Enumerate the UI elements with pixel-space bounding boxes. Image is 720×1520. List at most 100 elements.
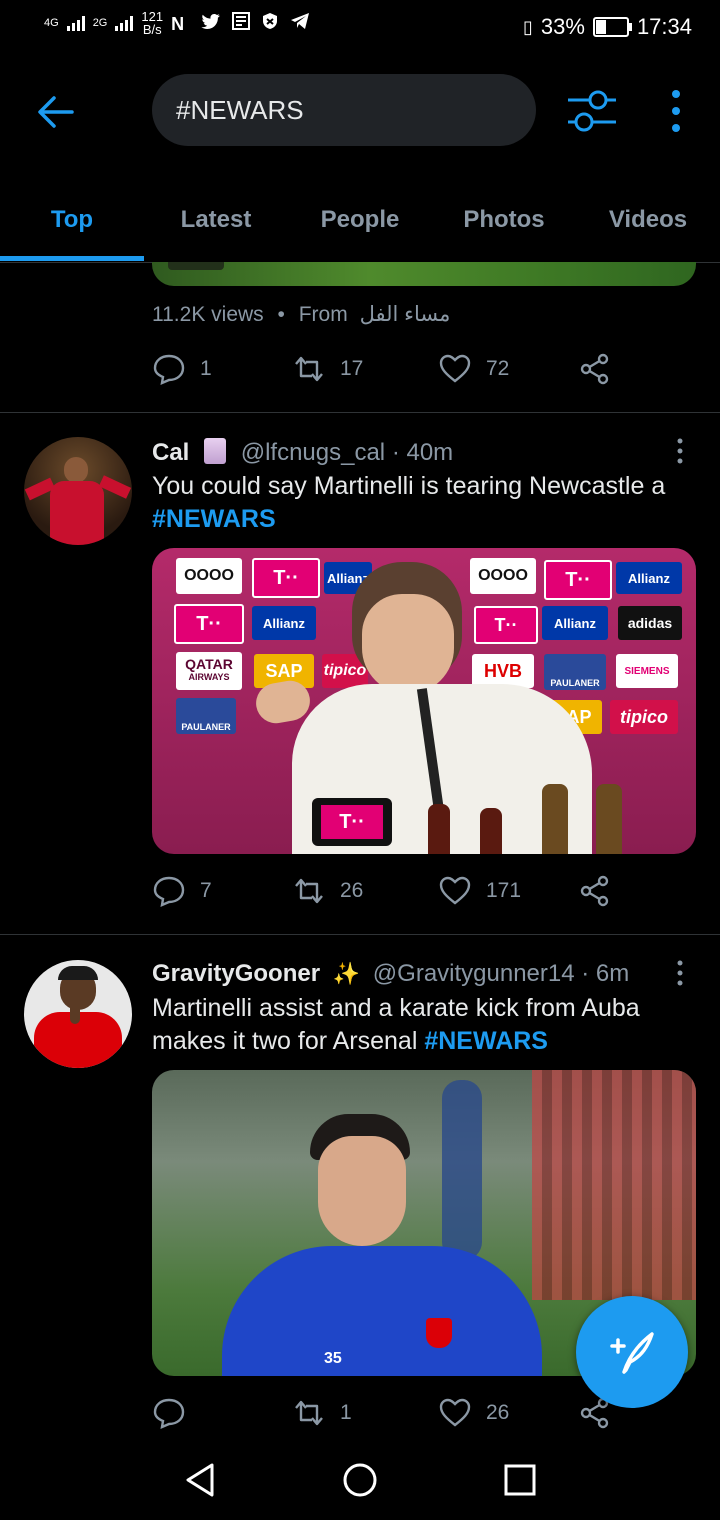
- siemens-logo: SIEMENS: [616, 654, 678, 688]
- compose-tweet-button[interactable]: [576, 1296, 688, 1408]
- avatar[interactable]: [24, 437, 132, 545]
- tweet-0-views: 11.2K views • From مساء الفل: [152, 302, 450, 327]
- tweet-1-header: Cal @lfcnugs_cal · 40m: [152, 438, 453, 467]
- player-face: [318, 1136, 406, 1246]
- retweet-count: 26: [340, 879, 364, 902]
- person-face: [362, 594, 454, 694]
- tweet-2-header: GravityGooner ✨ @Gravitygunner14 · 6m: [152, 960, 629, 988]
- battery-percent: 33%: [540, 14, 585, 39]
- like-count: 171: [486, 879, 522, 902]
- retweet-button[interactable]: 1: [292, 1396, 352, 1430]
- reply-button[interactable]: [152, 1396, 200, 1430]
- tweet-1-image[interactable]: OOOO T·· Allianz OOOO T·· Allianz T·· Al…: [152, 548, 696, 854]
- paulaner-logo-2: PAULANER: [176, 698, 236, 734]
- phone-stand: T··: [312, 798, 392, 846]
- bottle-3: [542, 784, 568, 854]
- views-count: 11.2K views: [152, 303, 264, 326]
- tweet-0-video[interactable]: [152, 262, 696, 286]
- tweet-0-actions: 1 17 72: [152, 352, 632, 396]
- filter-icon[interactable]: [566, 88, 618, 134]
- more-vertical-icon[interactable]: [664, 88, 688, 134]
- status-left: 4G 2G 121 B/s N: [44, 10, 310, 36]
- tweet-time: · 40m: [391, 439, 454, 466]
- bottle-4: [596, 784, 622, 854]
- user-handle: @lfcnugs_cal: [240, 439, 386, 466]
- search-tabs: Top Latest People Photos Videos: [0, 180, 720, 263]
- user-name[interactable]: Cal: [152, 439, 189, 466]
- tweet-options-icon[interactable]: [676, 438, 684, 464]
- airways-label: AIRWAYS: [188, 672, 230, 682]
- vpn-icon: [263, 12, 278, 29]
- tab-people[interactable]: People: [288, 180, 432, 260]
- like-icon: [439, 876, 471, 905]
- telekom-logo-3: T··: [174, 604, 244, 644]
- active-tab-indicator: [0, 256, 144, 261]
- telegram-icon: [291, 12, 310, 29]
- retweet-button[interactable]: 26: [292, 874, 363, 908]
- network-4g-label: 4G: [44, 17, 59, 29]
- sparkles-icon: ✨: [332, 961, 361, 986]
- tweet-options-icon[interactable]: [676, 960, 684, 986]
- divider: [0, 934, 720, 935]
- tipico-logo-2: tipico: [610, 700, 678, 734]
- tab-latest[interactable]: Latest: [144, 180, 288, 260]
- nav-back-icon[interactable]: [184, 1462, 216, 1498]
- tweet-1-actions: 7 26 171: [152, 874, 632, 918]
- retweet-icon: [295, 878, 323, 904]
- shirt-number: 35: [324, 1350, 342, 1367]
- player-jacket: [222, 1246, 542, 1376]
- like-button[interactable]: 26: [438, 1396, 509, 1430]
- reply-button[interactable]: 1: [152, 352, 212, 386]
- retweet-icon: [295, 356, 323, 382]
- audi-logo: OOOO: [176, 558, 242, 594]
- tweet-body: Martinelli assist and a karate kick from…: [152, 994, 640, 1055]
- nav-home-icon[interactable]: [342, 1462, 378, 1498]
- net-speed-unit: B/s: [142, 22, 162, 37]
- telekom-logo-2: T··: [544, 560, 612, 600]
- like-button[interactable]: 171: [438, 874, 521, 908]
- nav-recents-icon[interactable]: [504, 1464, 536, 1496]
- signal-icon: [66, 15, 85, 31]
- notification-icons: N: [171, 11, 310, 35]
- tweet-2-actions: 1 26: [152, 1396, 632, 1440]
- user-handle: @Gravitygunner14: [372, 960, 575, 987]
- user-emoji-icon: [204, 438, 227, 464]
- tweet-text: Martinelli assist and a karate kick from…: [152, 992, 672, 1058]
- allianz-logo-2: Allianz: [616, 562, 682, 594]
- tweet-body: You could say Martinelli is tearing Newc…: [152, 472, 666, 500]
- bottle: [428, 804, 450, 854]
- bottle-2: [480, 808, 502, 854]
- back-arrow-icon[interactable]: [36, 92, 76, 132]
- search-query: #NEWARS: [176, 94, 304, 125]
- user-name[interactable]: GravityGooner: [152, 960, 320, 987]
- reply-button[interactable]: 7: [152, 874, 212, 908]
- retweet-count: 17: [340, 357, 364, 380]
- hashtag-link[interactable]: #NEWARS: [152, 505, 276, 533]
- share-button[interactable]: [578, 874, 612, 908]
- retweet-button[interactable]: 17: [292, 352, 363, 386]
- like-button[interactable]: 72: [438, 352, 509, 386]
- status-right: ▯ 33% 17:34: [523, 14, 692, 40]
- adidas-logo: adidas: [618, 606, 682, 640]
- like-count: 72: [486, 357, 510, 380]
- share-button[interactable]: [578, 352, 612, 386]
- network-2g-label: 2G: [92, 17, 108, 29]
- qatar-label: QATAR: [185, 656, 233, 672]
- avatar[interactable]: [24, 960, 132, 1068]
- from-source[interactable]: مساء الفل: [360, 303, 451, 326]
- background-stands: [532, 1070, 696, 1300]
- tab-videos[interactable]: Videos: [576, 180, 720, 260]
- arsenal-crest: [426, 1318, 452, 1348]
- tab-top[interactable]: Top: [0, 180, 144, 260]
- like-icon: [439, 354, 471, 383]
- hashtag-link[interactable]: #NEWARS: [424, 1027, 548, 1055]
- reply-count: 1: [200, 357, 212, 380]
- vibrate-icon: ▯: [522, 16, 533, 37]
- news-icon: [232, 11, 251, 30]
- search-input[interactable]: #NEWARS: [152, 74, 536, 146]
- tab-photos[interactable]: Photos: [432, 180, 576, 260]
- compose-tweet-icon: [610, 1332, 654, 1374]
- like-count: 26: [486, 1401, 510, 1424]
- phone-screen-logo: T··: [321, 805, 383, 839]
- from-label: From: [298, 303, 348, 326]
